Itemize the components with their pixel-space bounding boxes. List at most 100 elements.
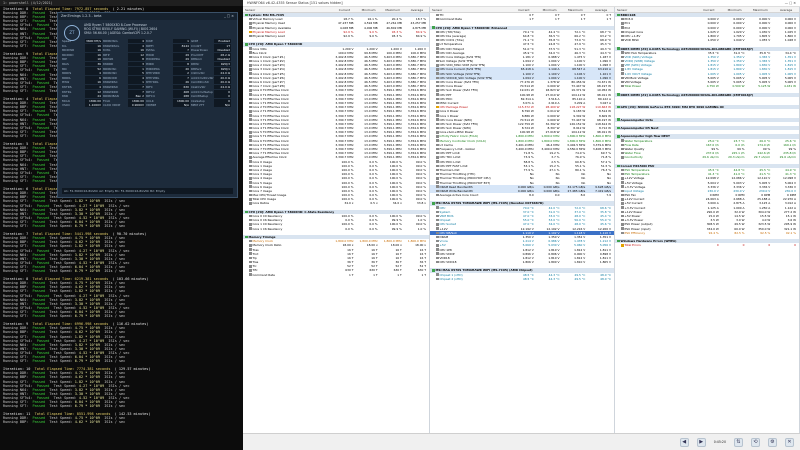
column-header-current[interactable]: Current <box>511 8 537 12</box>
prev-arrow-icon[interactable]: ◀ <box>679 437 689 447</box>
sensor-maximum-value: 29.7 uS/cm <box>753 155 771 160</box>
sensor-icon <box>436 76 439 80</box>
settings-icon[interactable]: ⚙ <box>768 437 777 447</box>
column-header-maximum[interactable]: Maximum <box>563 8 589 12</box>
sensor-name-cell: Command Rate <box>243 273 332 277</box>
timing-label: AddrCmdDrvStr <box>191 75 214 80</box>
chip-icon <box>432 269 435 272</box>
column-header-average[interactable]: Average <box>405 8 429 12</box>
sensor-row[interactable]: Command Rate 1 T 1 T 1 T 1 T <box>430 17 614 21</box>
next-arrow-icon[interactable]: ▶ <box>696 437 706 447</box>
sensor-icon <box>621 151 624 155</box>
sensor-icon <box>621 198 624 201</box>
reset-clock-icon[interactable]: ⟲ <box>751 437 760 447</box>
sensor-pane-2[interactable]: Sensor Current Minimum Maximum Average Tfc 0 T… <box>430 7 615 433</box>
timing-label: tMODPDA <box>146 57 161 62</box>
column-header-current[interactable]: Current <box>332 8 356 12</box>
column-header-minimum[interactable]: Minimum <box>722 8 748 12</box>
sensor-icon <box>436 47 439 50</box>
sensor-row[interactable]: Total Power 4.750 W 0.500 W 5.125 W 4.431 W <box>615 84 799 88</box>
sensor-maximum-value: 49.5 °C <box>574 276 586 281</box>
sensor-row[interactable]: Core 1 C6 Residency 0.0 % 0.0 % 99.9 % 1.0 % <box>243 227 429 231</box>
sensor-row[interactable]: Conductivity 29.6 uS/cm 29.3 uS/cm 29.7 uS/… <box>615 155 799 159</box>
column-header-current[interactable]: Current <box>696 8 722 12</box>
sensor-maximum-value: 34.0 x <box>392 201 402 206</box>
timing-value: 0 <box>214 98 231 103</box>
timing-value: 24 <box>85 94 102 99</box>
sensor-row[interactable]: PSU Efficiency 92.4 % 82.5 % 92.5 % 92.1 % <box>615 231 799 235</box>
sensor-name-cell: Conductivity <box>615 155 696 159</box>
sensor-icon <box>436 126 439 130</box>
sensor-panes[interactable]: Sensor Current Minimum Maximum Average System… <box>243 7 800 433</box>
sensor-name-cell: Core Ratios <box>243 201 332 205</box>
sensor-group-header[interactable]: Aquacomputer Octo <box>615 117 799 122</box>
sensor-average-value: 29.6 uS/cm <box>779 155 796 160</box>
sensor-row[interactable]: Chipset 2 (nHD) 48.5 °C 44.3 °C 49.5 °C 48.0… <box>430 277 614 281</box>
sensor-icon <box>436 239 439 243</box>
sensor-row[interactable]: VDD MISC 1.050 V 1.040 V 1.055 V 1.048 V <box>615 38 799 42</box>
timing-value: 16 <box>85 48 102 53</box>
column-header-maximum[interactable]: Maximum <box>381 8 405 12</box>
sensor-name-cell: GPU [#0]: NVIDIA GeForce RTX 4090: MSI R… <box>615 105 799 109</box>
sensor-icon <box>621 214 624 218</box>
close-icon[interactable]: ✕ <box>785 437 794 447</box>
zentimings-titlebar[interactable]: ZenTimings 1.2.3 - beta _ □ × <box>58 13 237 20</box>
sensor-icon <box>621 64 624 67</box>
sensor-icon <box>249 181 252 184</box>
timing-value: Enabled <box>214 39 231 43</box>
sensor-group-header[interactable]: DDR5 DIMM [#2] A-DATA Technology AX5U600… <box>615 92 799 97</box>
sensor-icon <box>436 218 439 222</box>
sensor-row[interactable]: Average Active Core Count 8.0 0.0 8.0 7.9 <box>430 193 614 197</box>
sensor-group-header[interactable]: Aquacomputer D5 Next <box>615 126 799 131</box>
timing-value: 0 <box>214 94 231 99</box>
sensor-label: Core 1 C6 Residency <box>252 226 283 231</box>
chip-icon <box>432 26 435 29</box>
hwinfo-window-controls[interactable]: — □ × <box>785 1 800 5</box>
sensor-icon <box>621 55 624 59</box>
sensor-icon <box>621 30 624 33</box>
sensor-label: Average Active Core Count <box>439 193 479 198</box>
sensor-icon <box>436 43 439 46</box>
zentimings-window-controls[interactable]: _ □ × <box>224 14 234 19</box>
sensor-row[interactable]: Core Ratios 34.0 x 0.5 x 34.0 x 33.8 x <box>243 201 429 205</box>
timing-value: 4 <box>128 39 145 43</box>
zentimings-window[interactable]: ZenTimings 1.2.3 - beta _ □ × ZT AMD Ryz… <box>57 12 238 198</box>
network-icon[interactable]: ⇅ <box>734 437 743 447</box>
sensor-icon <box>436 68 439 71</box>
column-header-sensor[interactable]: Sensor <box>430 8 511 12</box>
sensor-minimum-value: 1.040 V <box>733 38 745 43</box>
sensor-row[interactable]: Physical Memory Load 92.9 % 9.0 % 93.3 % 84.… <box>243 34 429 38</box>
sensor-row[interactable]: Command Rate 1 T 1 T 1 T 1 T <box>243 273 429 277</box>
sensor-icon <box>249 202 252 205</box>
sensor-pane-3[interactable]: Sensor Current Minimum Maximum Average BRDC10… <box>615 7 800 433</box>
timing-value: 7 <box>128 89 145 94</box>
sensor-row[interactable]: CPU VDD18 1.806 V 1.800 V 1.810 V 1.805 V <box>430 260 614 264</box>
timing-value: RZQ/1 <box>214 66 231 71</box>
hwinfo-window[interactable]: HWiNFO64 v6.42-4355 Sensor Status [151 v… <box>243 0 800 450</box>
sensor-pane-1[interactable]: Sensor Current Minimum Maximum Average System… <box>243 7 430 433</box>
sensor-icon <box>621 26 624 29</box>
sensor-icon <box>436 80 439 84</box>
sensor-row[interactable]: Total Errors 0 0 0 0 <box>615 243 799 247</box>
sensor-icon <box>436 51 439 54</box>
column-header-average[interactable]: Average <box>588 8 614 12</box>
sensor-current-value: 1 T <box>348 272 354 277</box>
column-header-average[interactable]: Average <box>773 8 799 12</box>
column-header-minimum[interactable]: Minimum <box>356 8 380 12</box>
sensor-maximum-value: 1 T <box>580 17 586 22</box>
sensor-minimum-value: 9.0 % <box>369 33 378 38</box>
sensor-group-header[interactable]: GPU [#0]: NVIDIA GeForce RTX 4090: MSI R… <box>615 105 799 110</box>
column-header-minimum[interactable]: Minimum <box>537 8 563 12</box>
sensor-icon <box>621 172 624 176</box>
timing-label: tWRWRDD <box>103 89 119 94</box>
sensor-maximum-value: 92.5 % <box>760 230 771 235</box>
timing-value: 36 <box>85 61 102 66</box>
column-header-maximum[interactable]: Maximum <box>748 8 774 12</box>
sensor-icon <box>436 210 439 214</box>
hwinfo-titlebar[interactable]: HWiNFO64 v6.42-4355 Sensor Status [151 v… <box>243 0 800 7</box>
column-header-sensor[interactable]: Sensor <box>615 8 696 12</box>
timing-label: MEM VTT <box>191 103 205 108</box>
sensor-current-value: 92.4 % <box>708 230 719 235</box>
sensor-icon <box>249 198 252 201</box>
column-header-sensor[interactable]: Sensor <box>243 8 332 12</box>
